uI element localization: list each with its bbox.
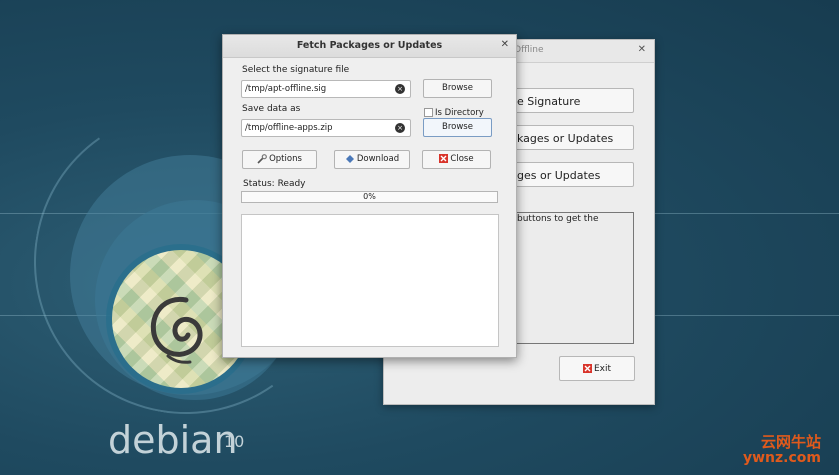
save-data-input[interactable]: /tmp/offline-apps.zip ×: [241, 119, 411, 137]
is-directory-checkbox[interactable]: [424, 108, 433, 117]
close-red-icon: [439, 154, 449, 163]
wrench-icon: [257, 153, 267, 164]
fetch-packages-dialog: Fetch Packages or Updates ✕ Select the s…: [222, 34, 517, 358]
signature-file-label: Select the signature file: [242, 65, 350, 75]
info-text: buttons to get the: [517, 214, 599, 224]
download-icon: [345, 154, 354, 163]
watermark-en: ywnz.com: [743, 449, 821, 466]
browse-save-button[interactable]: Browse: [423, 118, 492, 137]
exit-button[interactable]: Exit: [559, 356, 635, 381]
dialog-title: Fetch Packages or Updates: [296, 40, 443, 51]
watermark: 云网牛站 ywnz.com: [743, 434, 821, 466]
close-red-icon: [582, 364, 592, 373]
save-data-label: Save data as: [242, 104, 301, 114]
signature-file-input[interactable]: /tmp/apt-offline.sig ×: [241, 80, 411, 98]
dialog-close-icon[interactable]: ✕: [501, 39, 509, 50]
debian-version: 10: [224, 432, 245, 451]
options-button[interactable]: Options: [242, 150, 317, 169]
debian-wordmark: debian: [108, 418, 238, 462]
browse-signature-button[interactable]: Browse: [423, 79, 492, 98]
save-data-value: /tmp/offline-apps.zip: [245, 123, 333, 133]
close-button[interactable]: Close: [422, 150, 491, 169]
signature-file-value: /tmp/apt-offline.sig: [245, 84, 327, 94]
main-window-title: Offline: [514, 45, 544, 55]
debian-swirl-icon: [150, 296, 203, 364]
watermark-cn: 云网牛站: [760, 433, 821, 451]
options-label: Options: [269, 154, 302, 164]
is-directory-label: Is Directory: [435, 108, 484, 118]
main-window-close-icon[interactable]: ✕: [638, 44, 646, 55]
progress-text: 0%: [363, 192, 376, 201]
clear-signature-icon[interactable]: ×: [395, 84, 405, 94]
download-label: Download: [356, 154, 400, 164]
exit-label: Exit: [593, 364, 612, 374]
status-text: Status: Ready: [243, 179, 306, 189]
progress-bar: 0%: [241, 191, 498, 203]
log-output-area[interactable]: [241, 214, 499, 347]
close-label: Close: [450, 154, 474, 164]
download-button[interactable]: Download: [334, 150, 410, 169]
dialog-titlebar: Fetch Packages or Updates ✕: [223, 35, 516, 58]
clear-save-icon[interactable]: ×: [395, 123, 405, 133]
